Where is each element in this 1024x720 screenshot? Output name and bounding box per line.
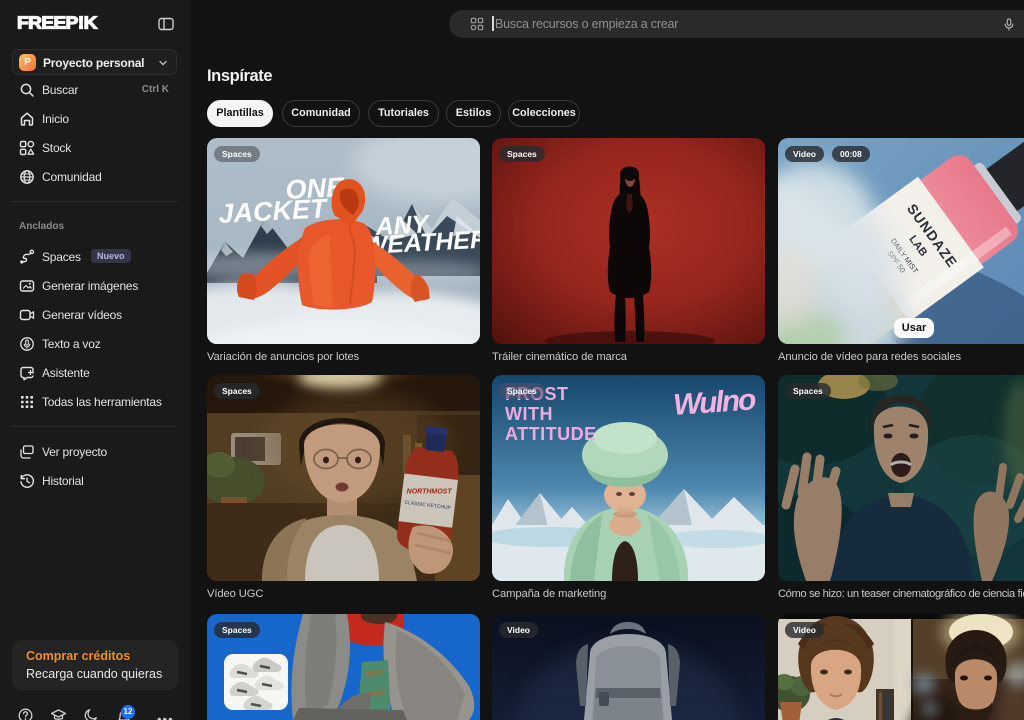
svg-text:WITH: WITH — [505, 404, 553, 424]
svg-text:JACKET: JACKET — [218, 193, 330, 229]
svg-text:Wulno: Wulno — [672, 383, 757, 422]
svg-text:ATTITUDE: ATTITUDE — [505, 424, 597, 444]
